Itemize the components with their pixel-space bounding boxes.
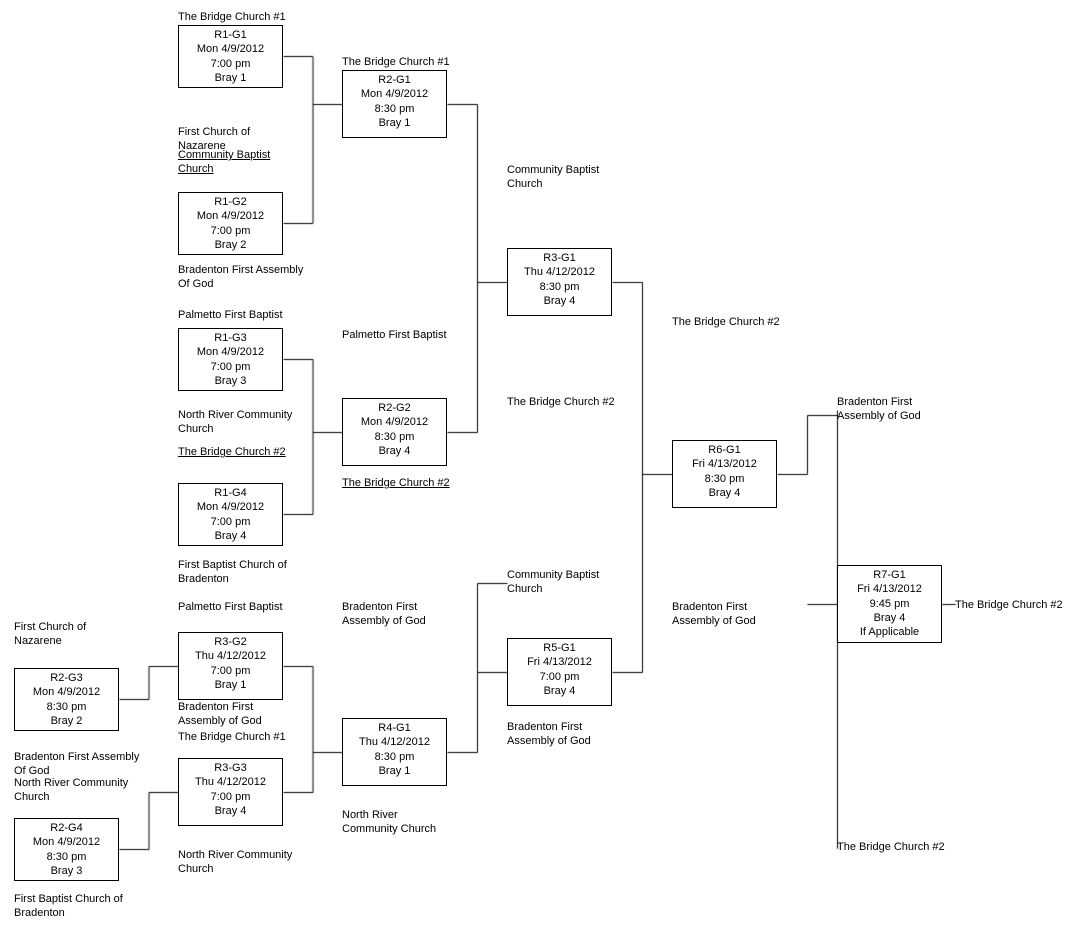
team-label-4: Palmetto First Baptist (178, 308, 283, 322)
team-label-15: The Bridge Church #2 (342, 476, 450, 490)
match-r1g2: R1-G2Mon 4/9/20127:00 pmBray 2 (178, 192, 283, 255)
match-r4g1: R4-G1Thu 4/12/20128:30 pmBray 1 (342, 718, 447, 786)
match-r2g4: R2-G4Mon 4/9/20128:30 pmBray 3 (14, 818, 119, 881)
match-r3g1: R3-G1Thu 4/12/20128:30 pmBray 4 (507, 248, 612, 316)
team-label-23: Community BaptistChurch (507, 568, 599, 597)
team-label-16: The Bridge Church #2 (507, 395, 615, 409)
match-r6g1: R6-G1Fri 4/13/20128:30 pmBray 4 (672, 440, 777, 508)
team-label-14: Palmetto First Baptist (342, 328, 447, 342)
match-r3g2: R3-G2Thu 4/12/20127:00 pmBray 1 (178, 632, 283, 700)
team-label-9: Bradenton First AssemblyOf God (14, 750, 139, 779)
match-r3g3: R3-G3Thu 4/12/20127:00 pmBray 4 (178, 758, 283, 826)
team-label-2: Community BaptistChurch (178, 148, 270, 177)
team-label-27: Bradenton FirstAssembly of God (837, 395, 921, 424)
match-r5g1: R5-G1Fri 4/13/20127:00 pmBray 4 (507, 638, 612, 706)
team-label-21: North RiverCommunity Church (342, 808, 436, 837)
team-label-3: Bradenton First AssemblyOf God (178, 263, 303, 292)
team-label-24: Bradenton FirstAssembly of God (507, 720, 591, 749)
match-r1g3: R1-G3Mon 4/9/20127:00 pmBray 3 (178, 328, 283, 391)
team-label-18: Bradenton FirstAssembly of God (342, 600, 426, 629)
team-label-6: The Bridge Church #2 (178, 445, 286, 459)
team-label-7: First Baptist Church ofBradenton (178, 558, 287, 587)
team-label-19: Bradenton FirstAssembly of God (178, 700, 262, 729)
team-label-8: First Church ofNazarene (14, 620, 86, 649)
team-label-20: The Bridge Church #1 (178, 730, 286, 744)
match-r7g1: R7-G1Fri 4/13/20129:45 pmBray 4If Applic… (837, 565, 942, 643)
team-label-11: First Baptist Church ofBradenton (14, 892, 123, 921)
team-label-0: The Bridge Church #1 (178, 10, 286, 24)
team-label-13: Community BaptistChurch (507, 163, 599, 192)
team-label-25: Bradenton FirstAssembly of God (672, 600, 756, 629)
match-r1g4: R1-G4Mon 4/9/20127:00 pmBray 4 (178, 483, 283, 546)
match-r2g2: R2-G2Mon 4/9/20128:30 pmBray 4 (342, 398, 447, 466)
match-r1g1: R1-G1Mon 4/9/20127:00 pmBray 1 (178, 25, 283, 88)
team-label-28: The Bridge Church #2 (837, 840, 945, 854)
match-r2g1: R2-G1Mon 4/9/20128:30 pmBray 1 (342, 70, 447, 138)
team-label-17: Palmetto First Baptist (178, 600, 283, 614)
match-r2g3: R2-G3Mon 4/9/20128:30 pmBray 2 (14, 668, 119, 731)
team-label-5: North River CommunityChurch (178, 408, 292, 437)
team-label-26: The Bridge Church #2 (672, 315, 780, 329)
team-label-12: The Bridge Church #1 (342, 55, 450, 69)
bracket-container: R1-G1Mon 4/9/20127:00 pmBray 1 R1-G2Mon 4… (0, 0, 1091, 944)
team-label-10: North River CommunityChurch (14, 776, 128, 805)
team-label-29: The Bridge Church #2 (955, 598, 1063, 612)
team-label-22: North River CommunityChurch (178, 848, 292, 877)
